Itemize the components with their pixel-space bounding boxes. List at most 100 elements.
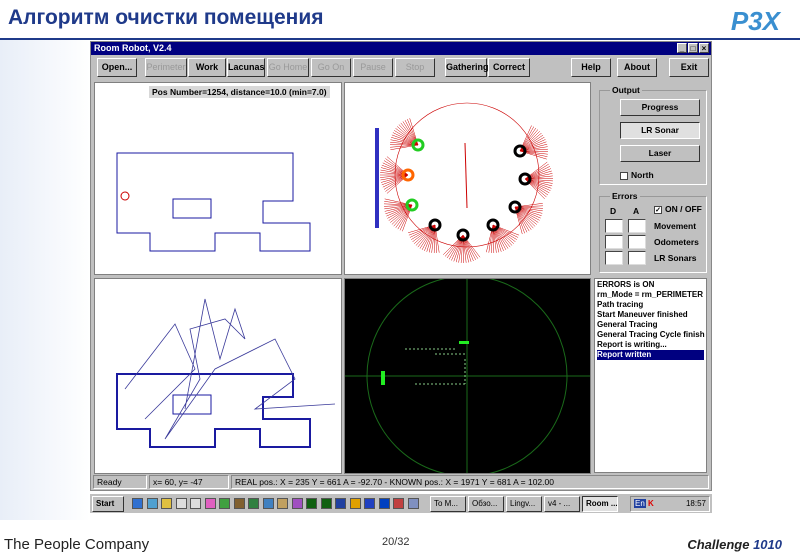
log-item-selected[interactable]: Report written xyxy=(597,350,704,360)
quick-launch-icon[interactable] xyxy=(132,498,143,509)
quick-launch-icon[interactable] xyxy=(393,498,404,509)
north-checkbox[interactable]: North xyxy=(620,170,654,180)
page-number: 20/32 xyxy=(382,536,410,548)
check-icon: ✓ xyxy=(654,205,662,214)
position-readout: Pos Number=1254, distance=10.0 (min=7.0) xyxy=(149,86,330,98)
task-button[interactable]: To M... xyxy=(430,496,466,512)
room-robot-window: Room Robot, V2.4 _ □ × Open... Perimeter… xyxy=(90,41,712,491)
quick-launch-icon[interactable] xyxy=(306,498,317,509)
quick-launch-icon[interactable] xyxy=(364,498,375,509)
status-position: REAL pos.: X = 235 Y = 661 A = -92.70 - … xyxy=(231,475,709,489)
odometers-d-field[interactable] xyxy=(605,235,623,249)
help-button[interactable]: Help xyxy=(571,58,611,77)
correct-button[interactable]: Correct xyxy=(488,58,530,77)
odometers-a-field[interactable] xyxy=(628,235,646,249)
log-item[interactable]: Report is writing... xyxy=(597,340,704,350)
status-state: Ready xyxy=(93,475,147,489)
maximize-button[interactable]: □ xyxy=(688,43,698,53)
output-label: Output xyxy=(610,85,642,95)
quick-launch-icon[interactable] xyxy=(190,498,201,509)
progress-button[interactable]: Progress xyxy=(620,99,700,116)
quick-launch-icon[interactable] xyxy=(320,498,332,509)
status-coords: x= 60, y= -47 xyxy=(149,475,229,489)
odometers-label: Odometers xyxy=(654,237,699,247)
a-column-label: A xyxy=(633,206,640,216)
lr-sonars-a-field[interactable] xyxy=(628,251,646,265)
p3x-logo: P3X xyxy=(730,6,780,36)
task-button[interactable]: v4 - ... xyxy=(544,496,580,512)
quick-launch-icon[interactable] xyxy=(291,498,303,509)
log-item[interactable]: rm_Mode = rm_PERIMETER xyxy=(597,290,704,300)
north-label: North xyxy=(631,170,654,180)
slide-title: Алгоритм очистки помещения xyxy=(8,6,324,29)
work-button[interactable]: Work xyxy=(188,58,226,77)
gathering-button[interactable]: Gathering xyxy=(445,58,489,77)
path-trace-pane xyxy=(94,278,342,474)
laser-view-pane xyxy=(344,275,591,477)
laser-button[interactable]: Laser xyxy=(620,145,700,162)
d-column-label: D xyxy=(610,206,617,216)
start-button[interactable]: Start xyxy=(92,496,124,512)
path-trace xyxy=(116,298,336,448)
footer-challenge: Challenge 1010 xyxy=(687,537,782,552)
go-on-button[interactable]: Go On xyxy=(311,58,351,77)
movement-d-field[interactable] xyxy=(605,219,623,233)
system-tray: En K 18:57 xyxy=(630,496,710,512)
quick-launch-icon[interactable] xyxy=(161,498,172,509)
log-item[interactable]: General Tracing Cycle finish xyxy=(597,330,705,340)
errors-onoff-checkbox[interactable]: ✓ ON / OFF xyxy=(654,204,702,214)
errors-label: Errors xyxy=(610,191,640,201)
go-home-button[interactable]: Go Home xyxy=(267,58,309,77)
status-bar: Ready x= 60, y= -47 REAL pos.: X = 235 Y… xyxy=(93,475,709,489)
slide-background xyxy=(0,40,90,520)
quick-launch-icon[interactable] xyxy=(262,498,274,509)
quick-launch-icon[interactable] xyxy=(407,498,419,509)
challenge-number: 1010 xyxy=(753,537,782,552)
task-button[interactable]: Обзо... xyxy=(468,496,504,512)
lr-sonar-button[interactable]: LR Sonar xyxy=(620,122,700,139)
lr-sonars-label: LR Sonars xyxy=(654,253,697,263)
movement-label: Movement xyxy=(654,221,697,231)
log-list[interactable]: ERRORS is ON rm_Mode = rm_PERIMETER Path… xyxy=(594,278,707,473)
clock: 18:57 xyxy=(685,499,706,508)
quick-launch-icon[interactable] xyxy=(233,498,245,509)
perimeter-button[interactable]: Perimeter xyxy=(145,58,187,77)
window-titlebar: Room Robot, V2.4 _ □ × xyxy=(91,42,711,55)
start-label: Start xyxy=(96,499,115,508)
task-button-active[interactable]: Room ... xyxy=(582,496,618,512)
quick-launch-icon[interactable] xyxy=(146,498,158,509)
quick-launch-icon[interactable] xyxy=(175,498,187,509)
quick-launch-icon[interactable] xyxy=(277,498,288,509)
task-button[interactable]: Lingv... xyxy=(506,496,542,512)
log-item[interactable]: ERRORS is ON xyxy=(597,280,704,290)
footer-company: The People Company xyxy=(4,536,150,553)
quick-launch-icon[interactable] xyxy=(248,498,259,509)
open-button[interactable]: Open... xyxy=(97,58,137,77)
language-indicator[interactable]: En xyxy=(634,499,646,508)
taskbar: Start To M... Обзо... Lingv... v4 - ... … xyxy=(90,493,712,513)
quick-launch-icon[interactable] xyxy=(378,498,390,509)
close-button[interactable]: × xyxy=(699,43,709,53)
quick-launch-icon[interactable] xyxy=(219,498,230,509)
errors-group: Errors D A ✓ ON / OFF Movement Odometers … xyxy=(599,191,707,273)
pause-button[interactable]: Pause xyxy=(353,58,393,77)
quick-launch-icon[interactable] xyxy=(204,498,216,509)
quick-launch-icon[interactable] xyxy=(335,498,346,509)
log-item[interactable]: Start Maneuver finished xyxy=(597,310,704,320)
stop-button[interactable]: Stop xyxy=(395,58,435,77)
sonar-view-pane xyxy=(344,82,591,275)
minimize-button[interactable]: _ xyxy=(677,43,687,53)
lr-sonars-d-field[interactable] xyxy=(605,251,623,265)
exit-button[interactable]: Exit xyxy=(669,58,709,77)
title-divider xyxy=(0,38,800,40)
quick-launch-icon[interactable] xyxy=(349,498,361,509)
laser-view xyxy=(345,275,590,477)
sonar-view xyxy=(375,102,553,263)
lacunas-button[interactable]: Lacunas xyxy=(227,58,265,77)
room-map-pane[interactable]: Pos Number=1254, distance=10.0 (min=7.0) xyxy=(94,82,342,275)
log-item[interactable]: Path tracing xyxy=(597,300,704,310)
movement-a-field[interactable] xyxy=(628,219,646,233)
challenge-label: Challenge xyxy=(687,537,754,552)
log-item[interactable]: General Tracing xyxy=(597,320,704,330)
about-button[interactable]: About xyxy=(617,58,657,77)
